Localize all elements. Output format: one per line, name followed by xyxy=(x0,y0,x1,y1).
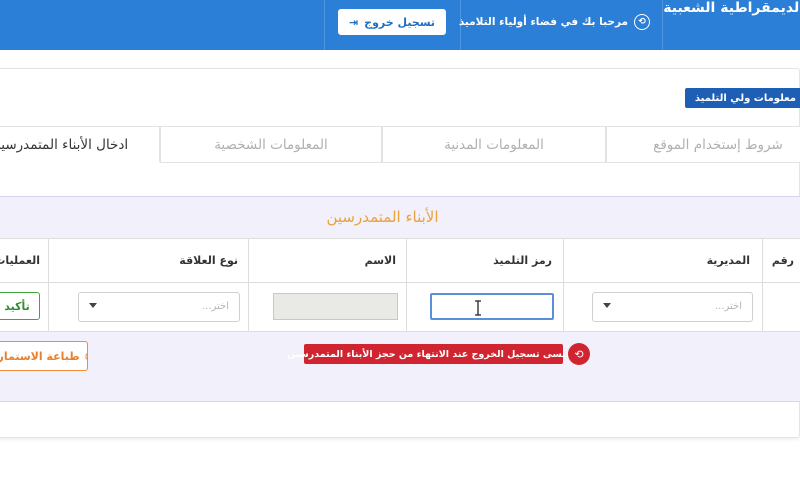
chevron-down-icon xyxy=(89,303,97,308)
section-badge: معلومات ولي التلميذ xyxy=(684,88,800,108)
printer-icon: ⎙ xyxy=(86,349,87,363)
confirm-button[interactable]: تأكيد xyxy=(0,292,40,320)
tab-label: شروط إستخدام الموقع xyxy=(653,136,783,153)
tab-bar: شروط إستخدام الموقع المعلومات المدنية ال… xyxy=(0,126,800,163)
refresh-icon: ⟲ xyxy=(634,14,650,30)
logout-button[interactable]: تسجيل خروج ⇥ xyxy=(338,9,446,35)
print-label: طباعة الاستمارة xyxy=(0,349,80,363)
column-divider xyxy=(762,238,763,332)
header-divider xyxy=(324,0,325,50)
column-header-number: رقم xyxy=(771,254,794,267)
directorate-select[interactable]: اختر... xyxy=(592,292,753,322)
welcome-text: مرحبا بك في فضاء أولياء التلاميذ xyxy=(458,16,628,28)
print-button[interactable]: ⎙ طباعة الاستمارة xyxy=(0,341,88,371)
logout-icon: ⇥ xyxy=(348,15,359,29)
panel-title: الأبناء المتمدرسين xyxy=(326,208,439,226)
column-header-relation: نوع العلاقة xyxy=(179,254,238,267)
text-cursor-icon xyxy=(475,300,481,316)
confirm-label: تأكيد xyxy=(4,299,30,313)
table-border xyxy=(0,238,800,239)
tab-terms[interactable]: شروط إستخدام الموقع xyxy=(606,126,800,163)
relation-placeholder: اختر... xyxy=(201,301,229,312)
student-name-field xyxy=(273,293,398,320)
column-divider xyxy=(563,238,564,332)
table-border xyxy=(0,282,800,283)
logout-label: تسجيل خروج xyxy=(364,15,436,29)
top-header: الديمقراطية الشعبية ⟲ مرحبا بك في فضاء أ… xyxy=(0,0,800,50)
column-header-directorate: المديرية xyxy=(706,254,750,267)
tab-civil-info[interactable]: المعلومات المدنية xyxy=(382,126,606,163)
tab-label: ادخال الأبناء المتمدرسين xyxy=(0,136,129,153)
chevron-down-icon xyxy=(603,303,611,308)
student-code-input[interactable] xyxy=(430,293,554,320)
column-header-name: الاسم xyxy=(364,254,396,267)
column-header-operations: العمليات xyxy=(0,254,40,267)
brand-title: الديمقراطية الشعبية xyxy=(663,0,800,16)
tab-personal-info[interactable]: المعلومات الشخصية xyxy=(160,126,382,163)
tab-label: المعلومات المدنية xyxy=(444,136,544,153)
column-divider xyxy=(248,238,249,332)
column-divider xyxy=(406,238,407,332)
warning-banner: لا تنسى تسجيل الخروج عند الانتهاء من حجز… xyxy=(287,344,580,364)
column-header-student-code: رمز التلميذ xyxy=(493,254,552,267)
welcome-message: ⟲ مرحبا بك في فضاء أولياء التلاميذ xyxy=(459,14,650,30)
column-divider xyxy=(48,238,49,332)
tab-enter-children[interactable]: ادخال الأبناء المتمدرسين xyxy=(0,126,160,163)
page: الديمقراطية الشعبية ⟲ مرحبا بك في فضاء أ… xyxy=(0,0,800,500)
refresh-icon: ⟲ xyxy=(568,343,590,365)
tab-label: المعلومات الشخصية xyxy=(214,136,328,153)
directorate-placeholder: اختر... xyxy=(714,301,742,312)
table-border xyxy=(0,331,800,332)
relation-select[interactable]: اختر... xyxy=(78,292,240,322)
